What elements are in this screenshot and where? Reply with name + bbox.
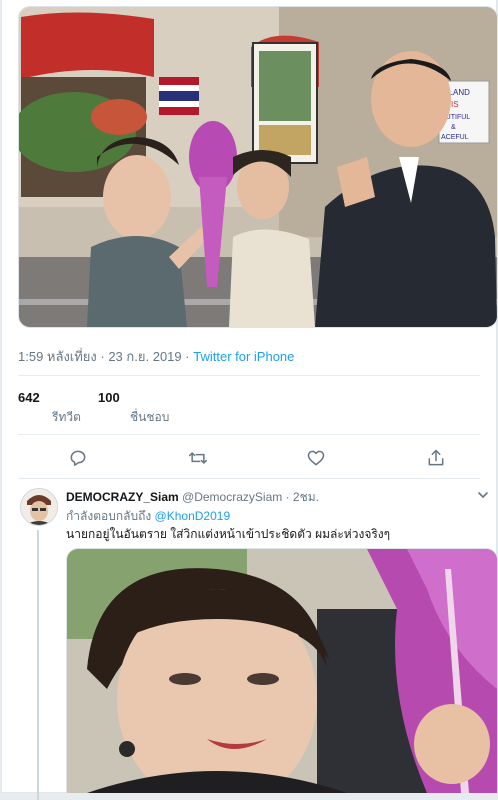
reply-header: DEMOCRAZY_Siam @DemocrazySiam · 2ชม. — [66, 488, 319, 507]
avatar[interactable] — [20, 488, 58, 526]
like-count: 100 — [98, 390, 120, 405]
like-icon — [307, 450, 325, 466]
thai-flag-left — [159, 77, 199, 115]
tweet-photo[interactable]: AILAND IS AUTIFUL & ACEFUL — [18, 6, 498, 328]
photo-woman-closeup — [67, 549, 497, 793]
tweet-actions — [2, 446, 496, 470]
divider — [18, 478, 480, 479]
like-button[interactable] — [304, 446, 328, 470]
reply-icon — [70, 450, 86, 466]
like-label: ชื่นชอบ — [130, 410, 170, 424]
svg-text:IS: IS — [451, 100, 459, 109]
like-stat[interactable]: 100 ชื่นชอบ — [98, 390, 169, 424]
retweet-label: รีทวีต — [52, 410, 81, 424]
retweet-button[interactable] — [186, 446, 210, 470]
reply-photo[interactable] — [66, 548, 498, 793]
replying-to: กำลังตอบกลับถึง @KhonD2019 — [66, 507, 230, 526]
replying-to-prefix: กำลังตอบกลับถึง — [66, 509, 152, 523]
tweet-source[interactable]: Twitter for iPhone — [193, 349, 294, 364]
reply-tweet[interactable]: DEMOCRAZY_Siam @DemocrazySiam · 2ชม. กำล… — [2, 480, 498, 800]
chevron-down-icon[interactable] — [476, 488, 490, 502]
protest-sign — [252, 42, 318, 164]
thread-line — [37, 530, 39, 800]
reply-author-name[interactable]: DEMOCRAZY_Siam — [66, 490, 179, 504]
svg-text:&: & — [451, 124, 456, 131]
share-button[interactable] — [424, 446, 448, 470]
reply-author-handle[interactable]: @DemocrazySiam — [182, 490, 282, 504]
reply-button[interactable] — [66, 446, 90, 470]
replying-to-handle[interactable]: @KhonD2019 — [155, 509, 231, 523]
photo-crowd-greeting: AILAND IS AUTIFUL & ACEFUL — [19, 7, 497, 327]
reply-text: นายกอยู่ในอันตราย ใส่วิกแต่งหน้าเข้าประช… — [66, 527, 391, 541]
divider — [18, 434, 480, 435]
avatar-image — [21, 489, 57, 525]
reply-time[interactable]: · 2ชม. — [286, 490, 319, 504]
share-icon — [428, 449, 444, 466]
tweet-time[interactable]: 1:59 หลังเที่ยง · 23 ก.ย. 2019 — [18, 349, 182, 364]
tweet-detail-card: AILAND IS AUTIFUL & ACEFUL 1:59 หลังเที่… — [2, 0, 498, 800]
retweet-icon — [188, 452, 208, 464]
tweet-meta: 1:59 หลังเที่ยง · 23 ก.ย. 2019 · Twitter… — [18, 349, 295, 364]
svg-text:ACEFUL: ACEFUL — [441, 134, 469, 141]
retweet-stat[interactable]: 642 รีทวีต — [18, 390, 81, 424]
divider — [18, 375, 480, 376]
retweet-count: 642 — [18, 390, 40, 405]
